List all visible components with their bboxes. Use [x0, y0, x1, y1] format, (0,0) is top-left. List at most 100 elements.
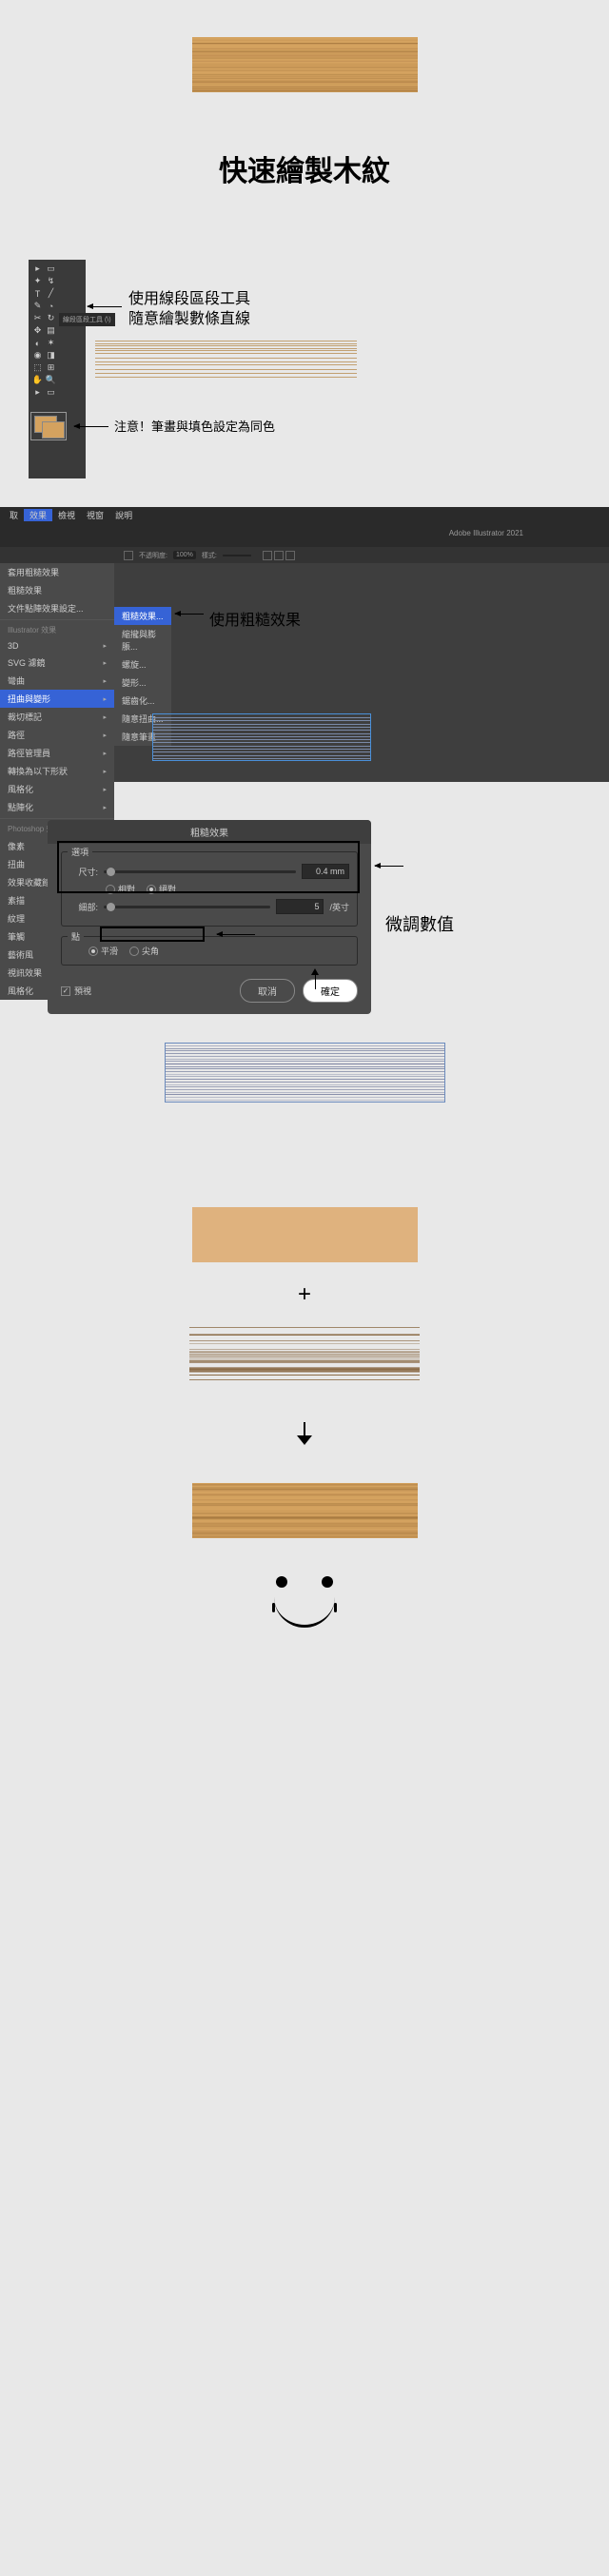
- tool-cell[interactable]: ▭: [45, 386, 57, 399]
- detail-label: 細部:: [69, 901, 98, 913]
- cancel-button[interactable]: 取消: [240, 979, 295, 1003]
- tool-cell[interactable]: ⊞: [45, 361, 57, 374]
- tool-cell[interactable]: ◉: [31, 349, 44, 361]
- points-group: 點 平滑 尖角: [61, 936, 358, 966]
- detail-slider[interactable]: [104, 906, 270, 908]
- rough-lines-isolated: [192, 1327, 418, 1382]
- annotation-adjust: 微調數值: [385, 911, 454, 936]
- submenu-item[interactable]: 鋸齒化...: [114, 692, 171, 710]
- tool-cell[interactable]: ▭: [45, 263, 57, 275]
- dropdown-item[interactable]: 粗糙效果: [0, 581, 114, 599]
- menu-view[interactable]: 檢視: [52, 509, 81, 521]
- dropdown-item[interactable]: 扭曲與變形▸: [0, 690, 114, 708]
- tool-tooltip: 線段區段工具 (\): [59, 313, 115, 326]
- size-label: 尺寸:: [69, 866, 98, 878]
- dropdown-item[interactable]: 路徑管理員▸: [0, 744, 114, 762]
- menu-effects[interactable]: 效果: [24, 509, 52, 521]
- dropdown-item[interactable]: 風格化▸: [0, 780, 114, 798]
- tool-cell[interactable]: 🔍: [45, 374, 57, 386]
- tool-cell[interactable]: ✥: [31, 324, 44, 337]
- arrow-from-ok-head: [311, 968, 319, 975]
- page-title: 快速繪製木紋: [0, 147, 609, 189]
- submenu-item[interactable]: 粗糙效果...: [114, 607, 171, 625]
- dropdown-item[interactable]: 點陣化▸: [0, 798, 114, 816]
- roughen-dialog: 粗糙效果 選項 尺寸: 0.4 mm 相對 絕對 細部: 5 /英寸: [48, 820, 371, 1014]
- radio-absolute[interactable]: 絕對: [147, 883, 176, 895]
- tool-cell[interactable]: ▸: [31, 263, 44, 275]
- opt-icon-1[interactable]: [263, 551, 272, 560]
- dropdown-item[interactable]: 路徑▸: [0, 726, 114, 744]
- app-titlebar: Adobe Illustrator 2021: [0, 522, 609, 547]
- stroke-fill-swatch: [30, 412, 67, 440]
- radio-relative[interactable]: 相對: [106, 883, 135, 895]
- arrow-to-roughen: [175, 614, 204, 615]
- dropdown-item[interactable]: 彎曲▸: [0, 672, 114, 690]
- opt-icon-3[interactable]: [285, 551, 295, 560]
- fill-icon: [124, 551, 133, 560]
- ok-button[interactable]: 確定: [303, 979, 358, 1003]
- annotation-linetool: 使用線段區段工具 隨意繪製數條直線: [128, 290, 250, 330]
- arrow-to-swatch: [74, 426, 108, 427]
- submenu-item[interactable]: 螺旋...: [114, 655, 171, 673]
- tool-cell[interactable]: ▤: [45, 324, 57, 337]
- menu-section: 取 效果 檢視 視窗 說明 Adobe Illustrator 2021 不透明…: [0, 507, 609, 782]
- detail-unit: /英寸: [329, 901, 349, 913]
- arrow-adjust-2: [217, 934, 255, 935]
- plus-icon: +: [0, 1281, 609, 1308]
- roughened-lines-preview: [165, 1043, 445, 1103]
- opacity-value[interactable]: 100%: [173, 551, 196, 559]
- menu-help[interactable]: 說明: [109, 509, 138, 521]
- options-bar: 不透明度: 100% 樣式:: [0, 547, 609, 563]
- dialog-section: 粗糙效果 選項 尺寸: 0.4 mm 相對 絕對 細部: 5 /英寸: [0, 820, 609, 1103]
- tool-cell[interactable]: ✶: [45, 337, 57, 349]
- style-label: 樣式:: [202, 551, 217, 560]
- tool-cell[interactable]: ╱: [45, 287, 57, 300]
- tool-cell[interactable]: ◔: [45, 300, 57, 312]
- submenu-item[interactable]: 縮攏與膨脹...: [114, 625, 171, 655]
- detail-input[interactable]: 5: [276, 899, 324, 914]
- wood-texture-result-bottom: [192, 1483, 418, 1538]
- style-dropdown[interactable]: [223, 555, 251, 556]
- annotation-strokefill: 注意！筆畫與填色設定為同色: [114, 420, 275, 436]
- options-label: 選項: [68, 846, 92, 858]
- tool-cell[interactable]: ✦: [31, 275, 44, 287]
- dropdown-item[interactable]: 文件點陣效果設定...: [0, 599, 114, 617]
- tool-cell[interactable]: ✋: [31, 374, 44, 386]
- dropdown-item[interactable]: SVG 濾鏡▸: [0, 654, 114, 672]
- size-input[interactable]: 0.4 mm: [302, 864, 349, 879]
- smiley-icon: [266, 1576, 343, 1633]
- dropdown-item[interactable]: 套用粗糙效果: [0, 563, 114, 581]
- wood-texture-result-top: [192, 37, 418, 92]
- tool-cell[interactable]: ↻: [45, 312, 57, 324]
- arrow-adjust-1: [375, 866, 403, 867]
- tool-cell[interactable]: ↯: [45, 275, 57, 287]
- submenu-item[interactable]: 變形...: [114, 673, 171, 692]
- app-menubar: 取 效果 檢視 視窗 說明: [0, 507, 609, 522]
- combine-section: +: [0, 1207, 609, 1633]
- selected-lines-preview: [152, 713, 371, 761]
- dropdown-item[interactable]: 3D▸: [0, 638, 114, 654]
- menu-select[interactable]: 取: [4, 509, 24, 521]
- menu-window[interactable]: 視窗: [81, 509, 109, 521]
- radio-smooth[interactable]: 平滑: [88, 945, 118, 957]
- dropdown-item[interactable]: 轉換為以下形狀▸: [0, 762, 114, 780]
- tool-cell[interactable]: ▸: [31, 386, 44, 399]
- dropdown-item[interactable]: 裁切標記▸: [0, 708, 114, 726]
- tool-cell[interactable]: ◨: [45, 349, 57, 361]
- tool-cell[interactable]: T: [31, 287, 44, 300]
- arrow-to-linetool: [88, 306, 122, 307]
- points-label: 點: [68, 930, 84, 943]
- tool-cell[interactable]: ⬚: [31, 361, 44, 374]
- straight-lines-sample: [95, 341, 357, 379]
- dialog-title: 粗糙效果: [48, 820, 371, 844]
- options-group: 選項 尺寸: 0.4 mm 相對 絕對 細部: 5 /英寸: [61, 851, 358, 927]
- toolbar-section: ▸▭✦↯T╱✎◔✂↻✥▤◐✶◉◨⬚⊞✋🔍▸▭ 線段區段工具 (\) 使用線段區段…: [0, 260, 609, 478]
- radio-corner[interactable]: 尖角: [129, 945, 159, 957]
- preview-check[interactable]: ✓預視: [61, 985, 91, 997]
- size-slider[interactable]: [104, 870, 296, 873]
- annotation-roughen: 使用粗糙效果: [209, 607, 301, 630]
- tool-cell[interactable]: ✂: [31, 312, 44, 324]
- tool-cell[interactable]: ✎: [31, 300, 44, 312]
- tool-cell[interactable]: ◐: [31, 337, 44, 349]
- opt-icon-2[interactable]: [274, 551, 284, 560]
